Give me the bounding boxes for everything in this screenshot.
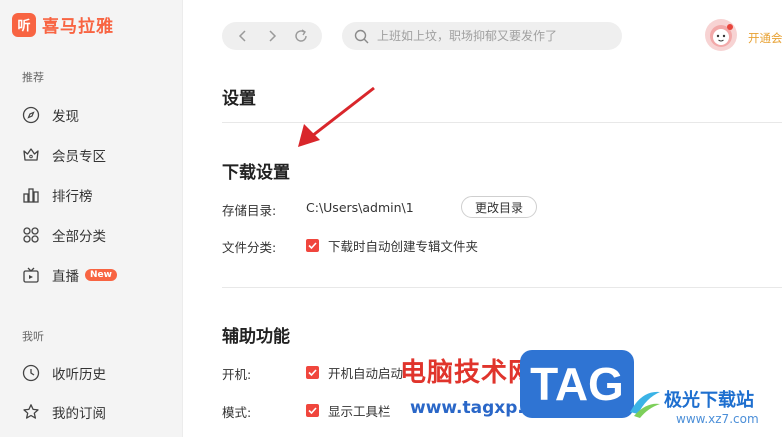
accessibility-title: 辅助功能 <box>222 327 290 347</box>
checkbox-checked[interactable] <box>306 239 319 252</box>
sidebar-item-ranking[interactable]: 排行榜 <box>22 183 93 207</box>
avatar-face-icon <box>710 24 733 47</box>
vip-link[interactable]: 开通会 <box>748 30 782 46</box>
file-category-label: 文件分类: <box>222 240 277 255</box>
sidebar-item-label: 直播 <box>52 269 79 285</box>
watermark-tag-logo: TAG <box>520 350 634 418</box>
download-settings-title: 下载设置 <box>222 163 290 183</box>
sidebar-item-label: 全部分类 <box>52 229 106 245</box>
storage-path: C:\Users\admin\1 <box>306 200 414 215</box>
watermark-site-url: www.xz7.com <box>676 412 759 426</box>
startup-label: 开机: <box>222 367 252 382</box>
mode-option[interactable]: 显示工具栏 <box>306 401 391 420</box>
sidebar-item-subscriptions[interactable]: 我的订阅 <box>22 400 106 424</box>
forward-button[interactable] <box>261 25 283 47</box>
refresh-icon <box>295 29 308 42</box>
logo-mark-icon: 听 <box>12 12 36 37</box>
sidebar-item-label: 我的订阅 <box>52 406 106 422</box>
sidebar: 听 喜马拉雅 推荐 发现 会员专区 排行榜 全部分类 直播 New 我听 收听历… <box>0 0 183 437</box>
check-icon <box>308 242 317 250</box>
watermark-site-name: 极光下载站 <box>664 390 754 411</box>
app-name: 喜马拉雅 <box>42 17 114 37</box>
chevron-left-icon <box>238 30 246 42</box>
sidebar-item-label: 排行榜 <box>52 189 93 205</box>
checkbox-label: 显示工具栏 <box>328 404 391 419</box>
ranking-icon <box>22 186 40 204</box>
checkbox-label: 下载时自动创建专辑文件夹 <box>328 239 479 254</box>
star-icon <box>22 403 40 421</box>
tv-icon <box>22 266 40 284</box>
crown-icon <box>22 146 40 164</box>
mode-label: 模式: <box>222 405 252 420</box>
checkbox-checked[interactable] <box>306 404 319 417</box>
clock-icon <box>22 364 40 382</box>
check-icon <box>308 407 317 415</box>
app-logo[interactable]: 听 喜马拉雅 <box>12 12 114 37</box>
search-input[interactable] <box>377 29 617 43</box>
startup-option[interactable]: 开机自动启动 <box>306 363 403 382</box>
storage-dir-label: 存储目录: <box>222 203 277 218</box>
auto-album-folder-option[interactable]: 下载时自动创建专辑文件夹 <box>306 236 478 255</box>
chevron-right-icon <box>269 30 277 42</box>
page-title: 设置 <box>222 89 256 109</box>
sidebar-item-label: 发现 <box>52 109 79 125</box>
sidebar-item-discover[interactable]: 发现 <box>22 103 79 127</box>
new-badge: New <box>85 269 117 281</box>
checkbox-checked[interactable] <box>306 366 319 379</box>
check-icon <box>308 369 317 377</box>
sidebar-item-vip[interactable]: 会员专区 <box>22 143 106 167</box>
sidebar-item-history[interactable]: 收听历史 <box>22 361 106 385</box>
sidebar-item-categories[interactable]: 全部分类 <box>22 223 106 247</box>
search-icon <box>354 29 369 43</box>
refresh-button[interactable] <box>290 25 312 47</box>
change-dir-button[interactable]: 更改目录 <box>461 196 537 218</box>
divider <box>222 287 782 288</box>
grid-icon <box>22 226 40 244</box>
annotation-arrow-icon <box>298 86 375 147</box>
watermark-title: 电脑技术网 <box>400 358 536 388</box>
sidebar-item-live[interactable]: 直播 New <box>22 263 117 287</box>
section-label-mine: 我听 <box>22 330 44 343</box>
history-nav-group <box>222 22 322 50</box>
avatar[interactable] <box>705 19 737 51</box>
back-button[interactable] <box>232 25 254 47</box>
sidebar-item-label: 会员专区 <box>52 149 106 165</box>
checkbox-label: 开机自动启动 <box>328 366 404 381</box>
compass-icon <box>22 106 40 124</box>
section-label-recommend: 推荐 <box>22 71 44 84</box>
search-bar[interactable] <box>342 22 622 50</box>
aurora-logo-icon <box>630 391 660 418</box>
sidebar-item-label: 收听历史 <box>52 367 106 383</box>
